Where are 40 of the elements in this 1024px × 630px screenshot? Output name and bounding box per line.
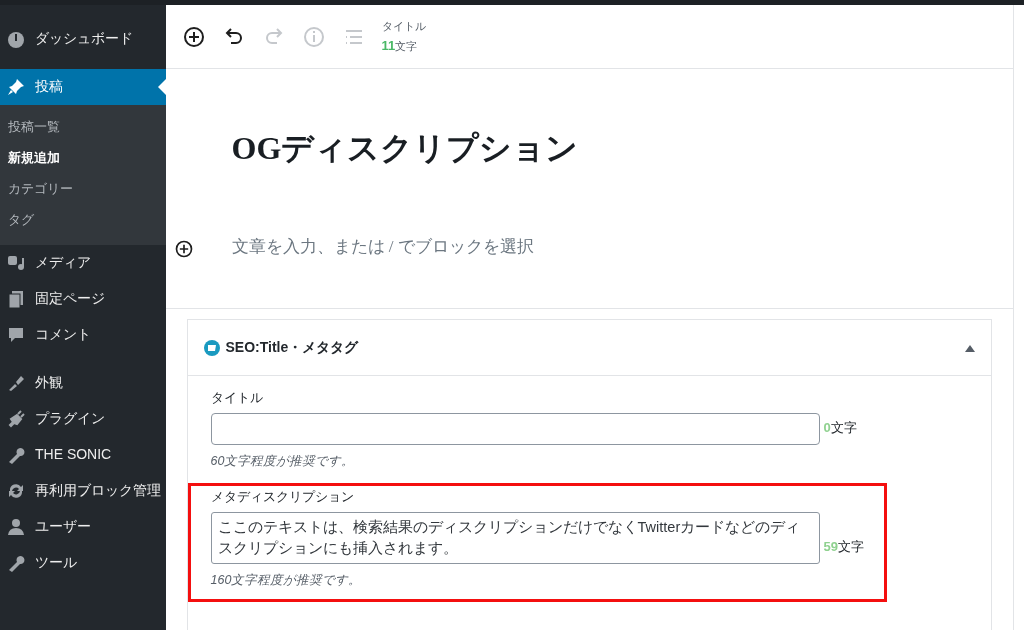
submenu-item[interactable]: カテゴリー	[0, 173, 166, 204]
collapse-caret-icon[interactable]	[965, 343, 975, 352]
sidebar-item[interactable]: ツール	[0, 545, 166, 581]
menu-icon	[6, 289, 26, 309]
panel-title: SEO:Title・メタタグ	[225, 338, 360, 357]
counter-label: タイトル	[381, 19, 426, 34]
submenu-item[interactable]: 新規追加	[0, 142, 166, 173]
sidebar-item[interactable]: コメント	[0, 317, 166, 353]
description-textarea[interactable]: ここのテキストは、検索結果のディスクリプションだけでなくTwitterカードなどのディスクリプションにも挿入されます。	[210, 512, 820, 564]
menu-icon	[6, 517, 26, 537]
sidebar-item[interactable]: プラグイン	[0, 401, 166, 437]
sidebar-item[interactable]: メディア	[0, 245, 166, 281]
sidebar-item[interactable]: 再利用ブロック管理	[0, 473, 166, 509]
menu-icon	[6, 481, 26, 501]
add-block-icon[interactable]	[173, 239, 194, 259]
field-hint: 160文字程度が推奨です。	[210, 572, 363, 589]
menu-icon	[6, 29, 26, 49]
menu-icon	[6, 253, 26, 273]
field-hint: 60文字程度が推奨です。	[210, 453, 356, 470]
sidebar-item[interactable]: ダッシュボード	[0, 21, 166, 57]
plugin-icon	[203, 339, 220, 356]
menu-icon	[6, 325, 26, 345]
add-block-icon[interactable]	[181, 24, 206, 49]
sidebar-item[interactable]: THE SONIC	[0, 437, 166, 473]
post-title[interactable]: OGディスクリプション	[231, 127, 579, 171]
sidebar-item[interactable]: 固定ページ	[0, 281, 166, 317]
submenu-item[interactable]: 投稿一覧	[0, 111, 166, 142]
character-count: 0文字	[823, 419, 857, 437]
title-input-field[interactable]	[210, 413, 820, 445]
sidebar-item[interactable]: 外観	[0, 365, 166, 401]
menu-icon	[6, 409, 26, 429]
field-label: メタディスクリプション	[210, 488, 355, 506]
menu-icon	[6, 77, 26, 97]
paragraph-placeholder[interactable]: 文章を入力、または / でブロックを選択	[231, 235, 534, 258]
character-count: 59文字	[823, 538, 864, 556]
submenu-item[interactable]: タグ	[0, 204, 166, 235]
character-count: 11文字	[381, 38, 419, 54]
sidebar-item[interactable]: 投稿	[0, 69, 166, 105]
field-label: タイトル	[210, 389, 264, 407]
sidebar-item[interactable]: ユーザー	[0, 509, 166, 545]
